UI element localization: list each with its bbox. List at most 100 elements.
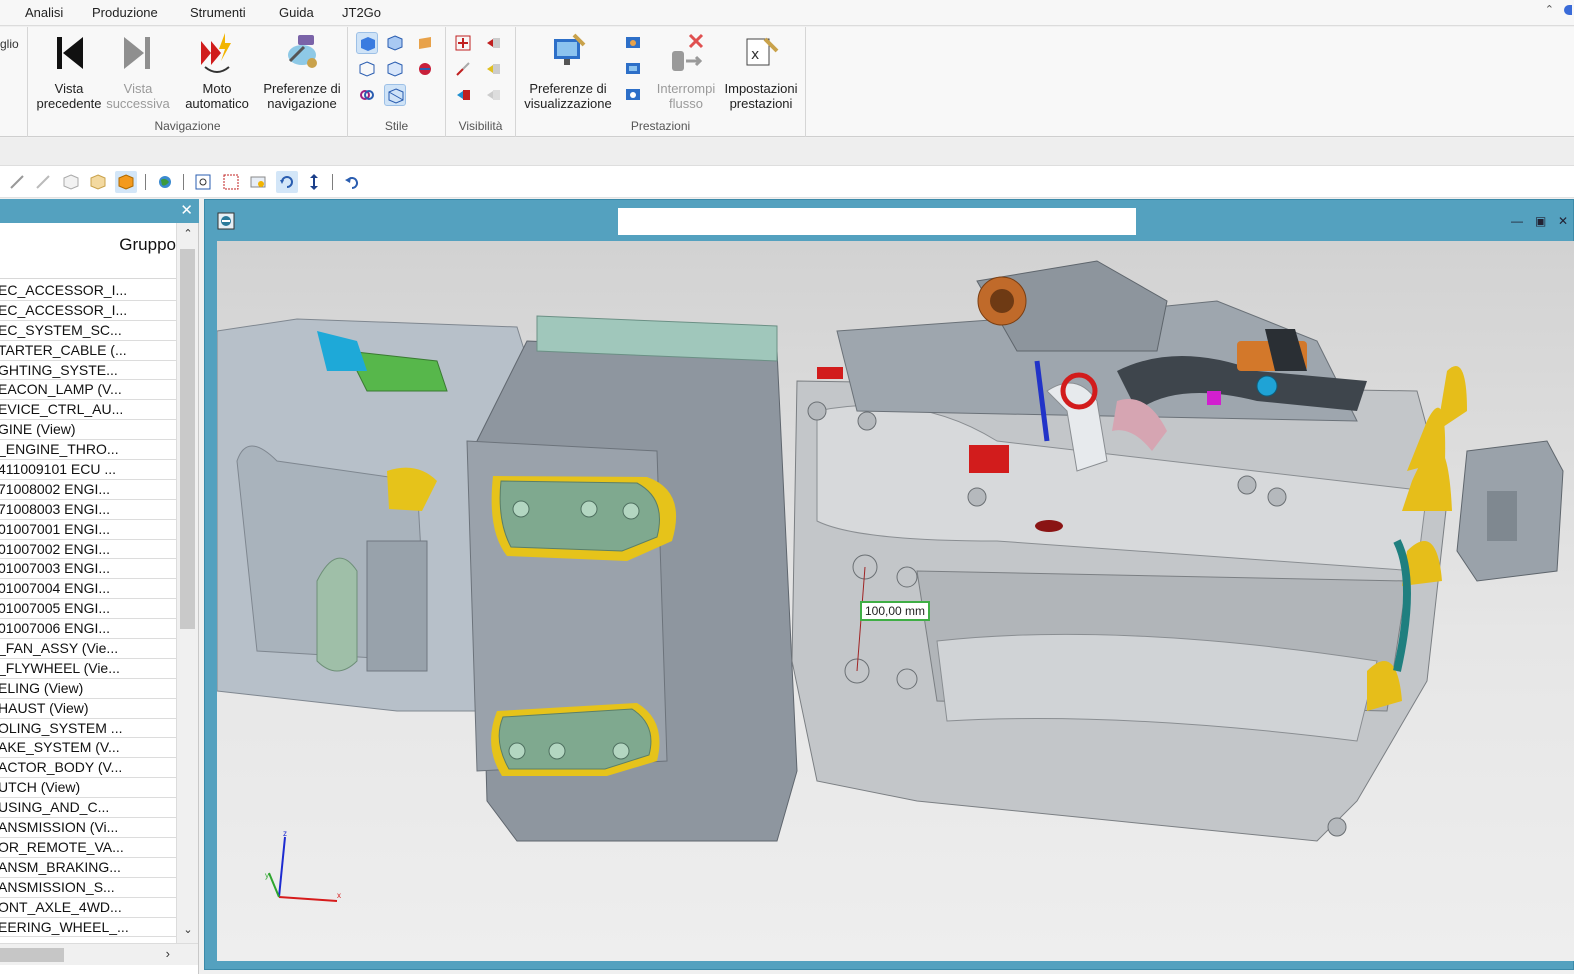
tree-item[interactable]: EC_ACCESSOR_I... (0, 301, 176, 321)
tree-item[interactable]: 01007005 ENGI... (0, 599, 176, 620)
menu-produzione[interactable]: Produzione (92, 5, 158, 20)
tree-item-label: ACTOR_BODY (V... (0, 759, 123, 776)
tree-item[interactable]: 411009101 ECU ... (0, 460, 176, 480)
interrupt-stream-button[interactable]: Interrompi flusso (650, 31, 722, 111)
minimize-icon[interactable]: — (1511, 214, 1527, 228)
close-window-icon[interactable]: ✕ (1558, 214, 1574, 228)
line-tool-icon[interactable] (6, 171, 28, 193)
measurement-label[interactable]: 100,00 mm (860, 601, 931, 621)
box-solid-icon[interactable] (115, 171, 137, 193)
tree-item[interactable]: UTCH (View) (0, 778, 176, 799)
hide-all-icon[interactable] (482, 84, 504, 106)
tree-item[interactable]: 01007003 ENGI... (0, 559, 176, 580)
menu-analisi[interactable]: Analisi (25, 5, 63, 20)
scroll-down-icon[interactable]: ⌄ (177, 923, 199, 943)
auto-motion-button[interactable]: Moto automatico (174, 31, 260, 111)
section-style-icon[interactable] (414, 58, 436, 80)
3d-canvas[interactable]: z y x 100,00 mm (217, 241, 1574, 961)
menu-strumenti[interactable]: Strumenti (190, 5, 246, 20)
collapse-ribbon-icon[interactable]: ⌃ (1545, 3, 1554, 16)
medium-quality-icon[interactable] (622, 58, 644, 80)
previous-view-label-2: precedente (36, 96, 102, 111)
zoom-area-icon[interactable] (220, 171, 242, 193)
menu-guida[interactable]: Guida (279, 5, 314, 20)
tree-item[interactable]: AKE_SYSTEM (V... (0, 738, 176, 759)
zoom-fit-icon[interactable] (192, 171, 214, 193)
document-title-field[interactable] (618, 208, 1136, 235)
tree-item[interactable]: _FAN_ASSY (Vie... (0, 639, 176, 659)
tree-item[interactable]: ANSMISSION_S... (0, 878, 176, 898)
menu-jt2go[interactable]: JT2Go (342, 5, 381, 20)
close-panel-icon[interactable]: ✕ (180, 201, 193, 219)
pan-vertical-icon[interactable] (303, 171, 325, 193)
tree-item[interactable]: 71008002 ENGI... (0, 480, 176, 500)
tree-item[interactable]: _ENGINE_THRO... (0, 440, 176, 461)
shaded-edges-style-icon[interactable] (384, 32, 406, 54)
tree-item[interactable]: OR_REMOTE_VA... (0, 838, 176, 858)
high-quality-icon[interactable] (622, 84, 644, 106)
globe-icon[interactable] (154, 171, 176, 193)
tree-item[interactable]: EERING_WHEEL_... (0, 918, 176, 938)
horizontal-scroll-thumb[interactable] (0, 948, 64, 962)
tree-item[interactable]: EC_SYSTEM_SC... (0, 321, 176, 341)
tree-item[interactable]: ACTOR_BODY (V... (0, 758, 176, 779)
hide-icon[interactable] (482, 32, 504, 54)
tree-item[interactable]: 71008003 ENGI... (0, 500, 176, 520)
tree-item[interactable]: 01007001 ENGI... (0, 520, 176, 540)
undo-icon[interactable] (341, 171, 363, 193)
box-shaded-icon[interactable] (87, 171, 109, 193)
style-group-label: Stile (384, 119, 409, 133)
tree-item[interactable]: EACON_LAMP (V... (0, 380, 176, 401)
performance-settings-label-1: Impostazioni (724, 81, 798, 96)
viewer-app-icon[interactable] (217, 212, 235, 233)
column-header-group[interactable]: Gruppo (0, 223, 176, 279)
tree-item[interactable]: TARTER_CABLE (... (0, 341, 176, 361)
display-preferences-label-2: visualizzazione (524, 96, 612, 111)
line-tool-2-icon[interactable] (32, 171, 54, 193)
show-all-icon[interactable] (482, 58, 504, 80)
tree-item[interactable]: 01007002 ENGI... (0, 540, 176, 560)
next-view-label-2: successiva (106, 96, 170, 111)
scroll-up-icon[interactable]: ⌃ (177, 227, 199, 247)
show-icon[interactable] (452, 32, 474, 54)
transparent-style-icon[interactable] (384, 84, 406, 106)
material-style-icon[interactable] (414, 32, 436, 54)
tree-item[interactable]: OLING_SYSTEM ... (0, 719, 176, 739)
zoom-window-icon[interactable] (247, 171, 269, 193)
tree-item[interactable]: USING_AND_C... (0, 798, 176, 819)
tree-item[interactable]: ONT_AXLE_4WD... (0, 898, 176, 918)
rotate-icon[interactable] (276, 171, 298, 193)
help-icon[interactable] (1564, 5, 1572, 15)
performance-settings-button[interactable]: x Impostazioni prestazioni (720, 31, 802, 111)
isolate-icon[interactable] (452, 84, 474, 106)
silhouette-style-icon[interactable] (356, 84, 378, 106)
wireframe-style-icon[interactable] (356, 58, 378, 80)
tree-item[interactable]: GINE (View) (0, 420, 176, 441)
tree-item[interactable]: ANSM_BRAKING... (0, 858, 176, 878)
restore-icon[interactable]: ▣ (1535, 214, 1551, 228)
horizontal-scrollbar[interactable]: › (0, 943, 198, 965)
box-outline-icon[interactable] (60, 171, 82, 193)
tree-item[interactable]: ANSMISSION (Vi... (0, 818, 176, 838)
navigation-preferences-button[interactable]: Preferenze di navigazione (260, 31, 344, 111)
tree-item[interactable]: 01007004 ENGI... (0, 579, 176, 600)
tree-item[interactable]: EC_ACCESSOR_I... (0, 281, 176, 301)
vertical-scroll-thumb[interactable] (180, 249, 195, 629)
tree-item[interactable]: EVICE_CTRL_AU... (0, 400, 176, 421)
next-view-button[interactable]: Vista successiva (104, 31, 172, 111)
assembly-tree-list: EC_ACCESSOR_I... EC_ACCESSOR_I... EC_SYSTE… (0, 281, 176, 941)
low-quality-icon[interactable] (622, 32, 644, 54)
tree-item[interactable]: _FLYWHEEL (Vie... (0, 659, 176, 679)
tree-item[interactable]: GHTING_SYSTE... (0, 361, 176, 381)
vertical-scrollbar[interactable]: ⌃ ⌄ (176, 223, 198, 943)
show-only-icon[interactable] (452, 58, 474, 80)
tree-item-label: 71008003 ENGI... (0, 500, 111, 517)
tree-item[interactable]: HAUST (View) (0, 699, 176, 719)
shaded-style-icon[interactable] (356, 32, 378, 54)
tree-item[interactable]: ELING (View) (0, 679, 176, 699)
previous-view-button[interactable]: Vista precedente (34, 31, 104, 111)
tree-item[interactable]: 01007006 ENGI... (0, 619, 176, 640)
scroll-right-icon[interactable]: › (166, 946, 170, 961)
display-preferences-button[interactable]: Preferenze di visualizzazione (520, 31, 616, 111)
hidden-line-style-icon[interactable] (384, 58, 406, 80)
